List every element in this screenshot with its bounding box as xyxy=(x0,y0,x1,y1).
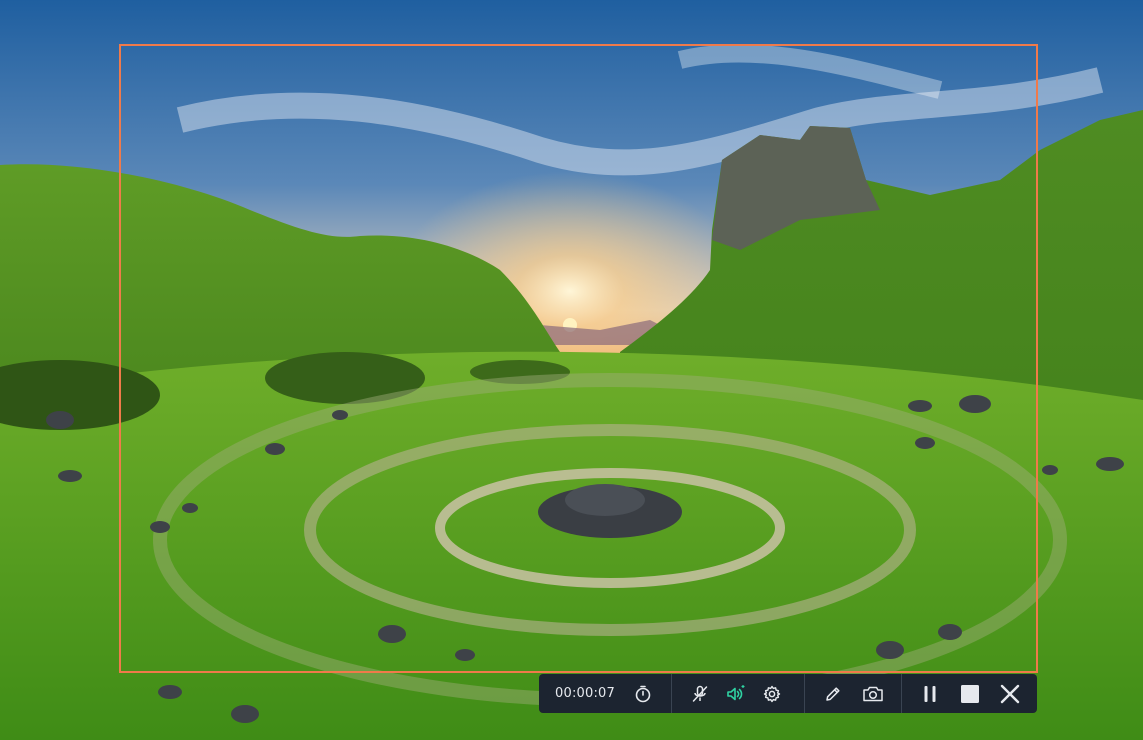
toolbar-divider xyxy=(901,674,902,713)
toolbar-divider xyxy=(804,674,805,713)
system-audio-toggle-button[interactable] xyxy=(718,674,754,713)
elapsed-time: 00:00:07 xyxy=(555,686,615,701)
pen-icon xyxy=(826,686,840,701)
toolbar-divider xyxy=(671,674,672,713)
screenshot-button[interactable] xyxy=(855,674,891,713)
camera-icon xyxy=(863,686,883,701)
settings-button[interactable] xyxy=(754,674,790,713)
settings-icon xyxy=(763,685,781,702)
close-button[interactable] xyxy=(992,674,1028,713)
speaker-icon xyxy=(727,684,745,700)
annotate-button[interactable] xyxy=(815,674,851,713)
pause-icon xyxy=(924,685,936,702)
timer-button[interactable] xyxy=(625,674,661,713)
stop-button[interactable] xyxy=(952,674,988,713)
pause-button[interactable] xyxy=(912,674,948,713)
close-icon xyxy=(1000,684,1020,703)
recording-toolbar: 00:00:07 xyxy=(539,674,1037,713)
stop-icon xyxy=(961,684,979,703)
microphone-muted-icon xyxy=(692,685,708,702)
timer-icon xyxy=(635,685,651,702)
landscape-background xyxy=(0,0,1143,740)
screen-recorder-stage: 00:00:07 xyxy=(0,0,1143,740)
microphone-toggle-button[interactable] xyxy=(682,674,718,713)
